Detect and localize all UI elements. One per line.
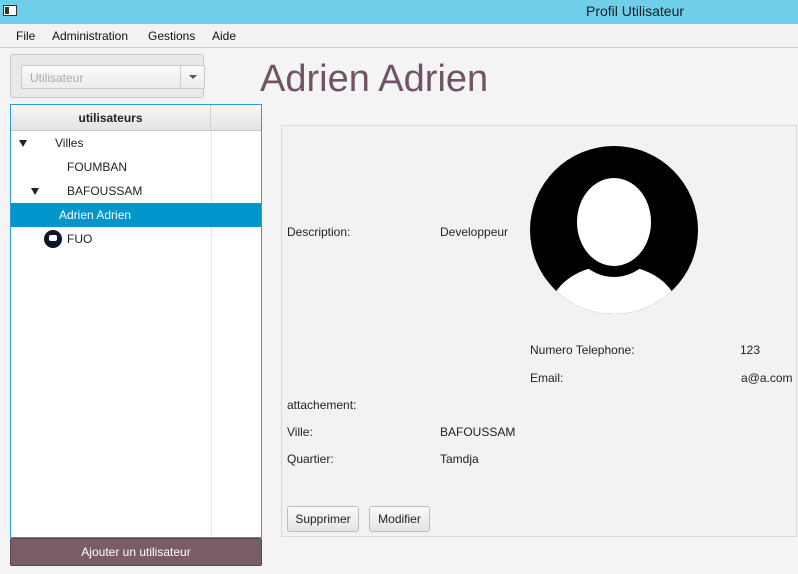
user-combo-placeholder: Utilisateur — [30, 71, 84, 85]
profile-name-heading: Adrien Adrien — [260, 58, 489, 100]
expand-arrow-icon[interactable] — [19, 140, 27, 147]
tree-node-label: FOUMBAN — [67, 160, 127, 174]
city-label: Ville: — [287, 425, 313, 439]
tree-node-villes[interactable]: Villes — [11, 131, 261, 155]
description-value: Developpeur — [440, 225, 509, 239]
tree-column-header[interactable]: utilisateurs — [11, 105, 211, 131]
district-label: Quartier: — [287, 452, 334, 466]
user-search-combo: Utilisateur — [10, 54, 205, 98]
phone-label: Numero Telephone: — [530, 343, 635, 357]
app-window-icon — [3, 5, 17, 16]
tree-header: utilisateurs — [11, 105, 261, 131]
menu-aide[interactable]: Aide — [212, 29, 236, 43]
tree-node-label: FUO — [67, 232, 93, 246]
edit-button[interactable]: Modifier — [369, 506, 430, 532]
tree-node-fuo[interactable]: FUO — [11, 227, 261, 251]
menu-file[interactable]: File — [16, 29, 35, 43]
delete-button[interactable]: Supprimer — [287, 506, 359, 532]
users-tree[interactable]: utilisateurs Villes FOUMBAN BAFOUSSAM Ad… — [10, 104, 262, 538]
tree-node-label: BAFOUSSAM — [67, 184, 143, 198]
chevron-down-icon[interactable] — [180, 66, 204, 88]
loading-icon — [44, 230, 62, 248]
user-avatar-icon — [530, 146, 698, 314]
phone-value: 123 — [740, 343, 761, 357]
district-value: Tamdja — [440, 452, 479, 466]
menu-administration[interactable]: Administration — [52, 29, 128, 43]
expand-arrow-icon[interactable] — [31, 188, 39, 195]
window-titlebar: Profil Utilisateur — [0, 0, 798, 24]
tree-node-label: Villes — [55, 136, 84, 150]
tree-node-user-adrien[interactable]: Adrien Adrien — [11, 203, 261, 227]
tree-node-bafoussam[interactable]: BAFOUSSAM — [11, 179, 261, 203]
window-title: Profil Utilisateur — [586, 3, 685, 19]
menu-bar: File Administration Gestions Aide — [0, 24, 798, 48]
tree-node-foumban[interactable]: FOUMBAN — [11, 155, 261, 179]
tree-node-label: Adrien Adrien — [59, 208, 132, 222]
city-value: BAFOUSSAM — [440, 425, 516, 439]
description-label: Description: — [287, 225, 351, 239]
user-combo-box[interactable]: Utilisateur — [21, 65, 205, 89]
add-user-button[interactable]: Ajouter un utilisateur — [10, 538, 262, 566]
attachment-label: attachement: — [287, 398, 357, 412]
email-label: Email: — [530, 371, 564, 385]
email-value: a@a.com — [741, 371, 793, 385]
menu-gestions[interactable]: Gestions — [148, 29, 195, 43]
